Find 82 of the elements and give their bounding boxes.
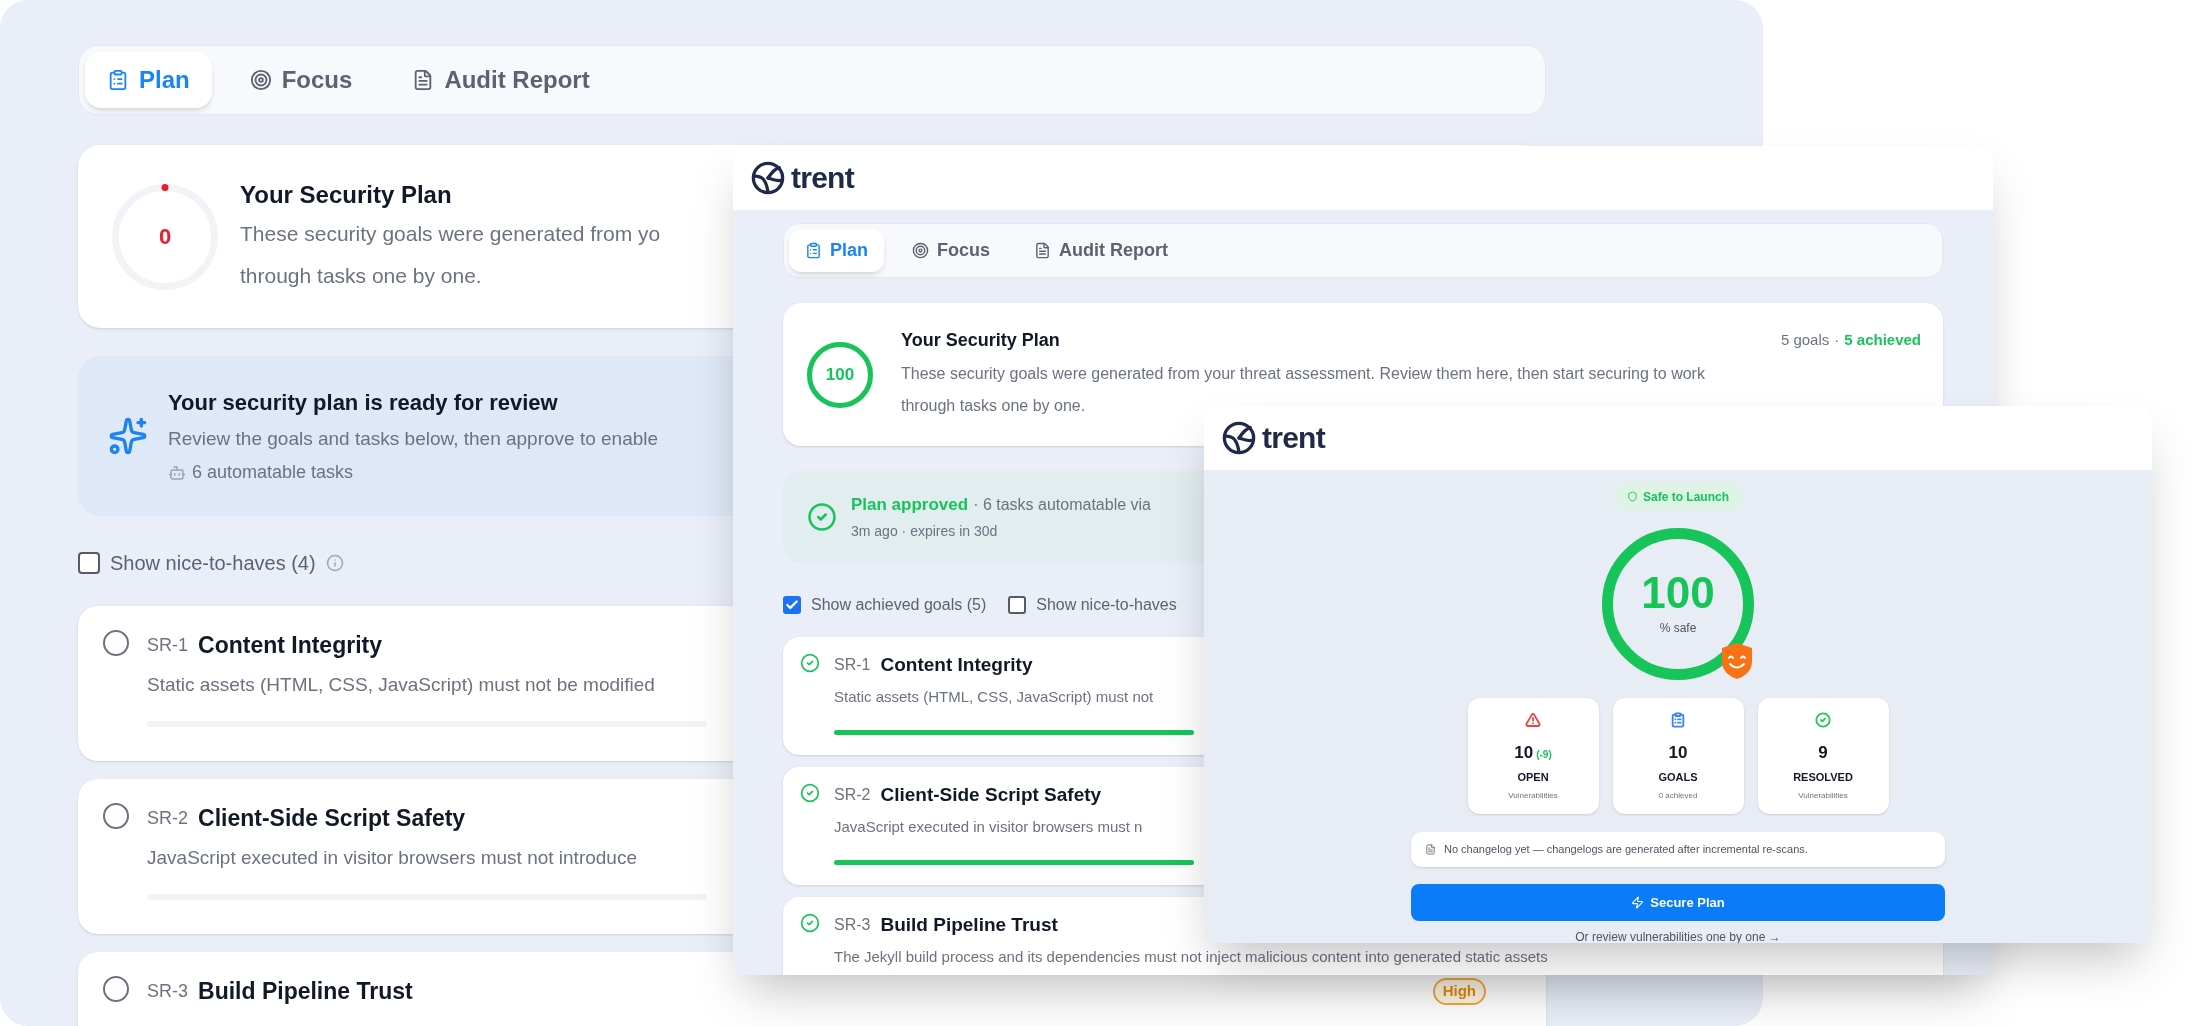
banner-description: Review the goals and tasks below, then approve to enable (168, 426, 659, 451)
shield-mascot-icon (1720, 642, 1754, 680)
stat-label: RESOLVED (1793, 769, 1853, 785)
check-circle-icon (807, 502, 837, 532)
target-icon (249, 69, 272, 91)
stat-value: 9 (1818, 742, 1828, 764)
robot-icon (168, 463, 186, 482)
automatable-count: 6 automatable tasks (192, 461, 354, 485)
goal-id: SR-1 (834, 655, 871, 676)
goal-title: Content Integrity (198, 631, 382, 660)
changelog-text: No changelog yet — changelogs are generated after incremental re-scans. (1444, 842, 1808, 858)
status-badge: Safe to Launch (1613, 483, 1743, 510)
stat-label: OPEN (1517, 769, 1549, 785)
tab[interactable]: Plan (789, 229, 884, 272)
goal-id: SR-2 (147, 806, 188, 830)
checkbox-label: Show achieved goals (5) (811, 595, 987, 615)
target-icon (912, 242, 929, 259)
document-icon (1034, 242, 1052, 259)
goal-title: Client-Side Script Safety (198, 804, 466, 833)
stat-delta: (-9) (1536, 748, 1552, 762)
checkbox[interactable] (1008, 596, 1027, 614)
checkbox-label: Show nice-to-haves (1036, 595, 1177, 615)
tab[interactable]: Audit Report (1018, 229, 1184, 272)
stat-label: GOALS (1658, 769, 1698, 785)
goal-description: JavaScript executed in visitor browsers must n (834, 816, 1143, 837)
stat-value: 10 (1514, 742, 1534, 764)
goal-description: JavaScript executed in visitor browsers must not introduce (147, 845, 637, 870)
goals-count: 5 goals (1780, 330, 1830, 351)
review-link[interactable]: Or review vulnerabilities one by one → (1575, 928, 1781, 943)
score-value: 100 (825, 363, 855, 386)
stat-caption: Vulnerabilities (1798, 790, 1848, 802)
score-value: 100 (1641, 571, 1715, 615)
score-unit: % safe (1659, 620, 1697, 637)
score-value: 0 (158, 223, 172, 251)
goal-id: SR-3 (147, 979, 188, 1003)
checkbox-label: Show nice-to-haves (4) (110, 551, 316, 576)
tab[interactable]: Audit Report (390, 52, 612, 108)
goal-id: SR-2 (834, 785, 871, 806)
stat-value: 10 (1668, 742, 1688, 764)
achieved-count: 5 achieved (1844, 330, 1921, 351)
goal-title: Content Integrity (880, 653, 1033, 677)
check-circle-icon (800, 653, 820, 673)
goal-title: Client-Side Script Safety (880, 783, 1102, 807)
plan-title: Your Security Plan (901, 329, 1060, 352)
stat-caption: 0 achieved (1658, 790, 1698, 802)
sparkle-icon (108, 416, 148, 456)
goal-title: Build Pipeline Trust (880, 913, 1058, 937)
plan-title: Your Security Plan (240, 179, 453, 210)
severity-badge: High (1432, 978, 1486, 1005)
check-circle-icon (800, 913, 820, 933)
logo-text: trent (1262, 423, 1325, 453)
plan-description: These security goals were generated from yo through tasks one by one. (240, 220, 661, 289)
approved-title: Plan approved (851, 493, 969, 516)
approved-detail: · 6 tasks automatable via (973, 494, 1151, 515)
goal-id: SR-3 (834, 915, 871, 936)
secure-plan-button[interactable]: Secure Plan (1411, 884, 1945, 921)
clipboard-icon (805, 242, 822, 259)
separator-dot: · (1834, 330, 1840, 351)
document-icon (1425, 844, 1436, 855)
stat-caption: Vulnerabilities (1508, 790, 1558, 802)
tab[interactable]: Focus (227, 52, 375, 108)
tab[interactable]: Plan (85, 52, 212, 108)
clipboard-icon (107, 69, 129, 91)
approved-meta: 3m ago · expires in 30d (851, 522, 999, 542)
checkbox[interactable] (783, 596, 801, 614)
tab[interactable]: Focus (896, 229, 1007, 272)
globe-logo-icon (1222, 421, 1256, 455)
checkbox[interactable] (78, 552, 100, 574)
goal-title: Build Pipeline Trust (198, 977, 413, 1006)
goal-description: Static assets (HTML, CSS, JavaScript) must not (834, 686, 1154, 707)
check-circle-icon (800, 783, 820, 803)
lightning-icon (1631, 896, 1645, 909)
globe-logo-icon (751, 161, 785, 195)
check-icon (785, 598, 799, 612)
goal-description: The Jekyll build process and its dependencies must not inject malicious content into generated static assets (834, 946, 1548, 967)
logo-text: trent (791, 163, 854, 193)
plan-description: These security goals were generated from your threat assessment. Review them here, then start securing to work through tasks one by one. (901, 364, 1706, 416)
shield-icon (1627, 491, 1638, 502)
goal-description: Static assets (HTML, CSS, JavaScript) must not be modified (147, 672, 655, 697)
banner-title: Your security plan is ready for review (168, 388, 559, 417)
goal-id: SR-1 (147, 633, 188, 657)
score-ring (805, 339, 875, 410)
